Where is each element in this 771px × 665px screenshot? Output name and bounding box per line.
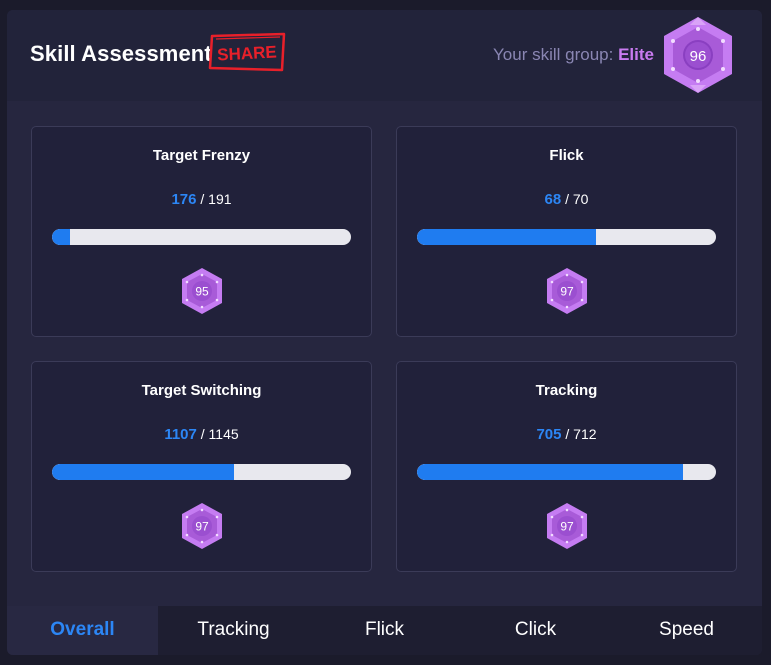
tab-click[interactable]: Click [460,606,611,655]
rank-badge-icon: 97 [180,502,224,550]
tab-tracking[interactable]: Tracking [158,606,309,655]
card-score-max: 70 [572,191,589,207]
progress-bar-fill [417,229,597,245]
card-title: Flick [549,147,584,164]
rank-badge-icon: 97 [545,502,589,550]
category-tabs: Overall Tracking Flick Click Speed [7,606,762,655]
rank-value: 97 [195,520,209,534]
skill-card-target-frenzy: Target Frenzy 176 / 191 95 [31,126,372,337]
share-button[interactable]: SHARE [206,30,286,72]
rank-value: 95 [195,285,209,299]
card-score-max: 712 [573,426,597,442]
rank-value: 97 [560,285,574,299]
rank-badge-icon: 97 [545,267,589,315]
card-score-current: 1107 [164,426,197,443]
progress-bar-fill [52,464,235,480]
skill-card-flick: Flick 68 / 70 97 [396,126,737,337]
progress-bar [52,464,351,480]
share-label: SHARE [217,42,277,64]
tab-flick[interactable]: Flick [309,606,460,655]
card-score-current: 176 [171,191,197,208]
skill-assessment-panel: Skill Assessment SHARE Your skill group:… [7,10,762,655]
card-score-max: 191 [208,191,232,207]
page-title: Skill Assessment [30,41,212,66]
skill-card-target-switching: Target Switching 1107 / 1145 97 [31,361,372,572]
card-score: 705 / 712 [536,426,597,443]
card-title: Target Switching [141,382,262,399]
skill-card-tracking: Tracking 705 / 712 97 [396,361,737,572]
header: Skill Assessment SHARE Your skill group:… [7,10,762,101]
rank-value: 97 [560,520,574,534]
skill-group-label: Your skill group: [493,45,614,64]
tab-overall[interactable]: Overall [7,606,158,655]
progress-bar [417,464,716,480]
card-score: 176 / 191 [171,191,232,208]
card-score-current: 705 [536,426,562,443]
skill-group: Your skill group: Elite [493,45,654,65]
card-title: Tracking [535,382,598,399]
card-score-max: 1145 [208,426,239,442]
progress-bar-fill [417,464,684,480]
card-score-current: 68 [544,191,562,208]
card-score: 68 / 70 [544,191,589,208]
skill-group-value: Elite [618,45,654,64]
overall-rank-value: 96 [690,48,707,65]
progress-bar-fill [52,229,70,245]
card-score: 1107 / 1145 [164,426,239,443]
progress-bar [52,229,351,245]
progress-bar [417,229,716,245]
rank-badge-icon: 95 [180,267,224,315]
overall-rank-badge-icon: 96 [660,15,736,95]
card-title: Target Frenzy [152,147,251,164]
tab-speed[interactable]: Speed [611,606,762,655]
